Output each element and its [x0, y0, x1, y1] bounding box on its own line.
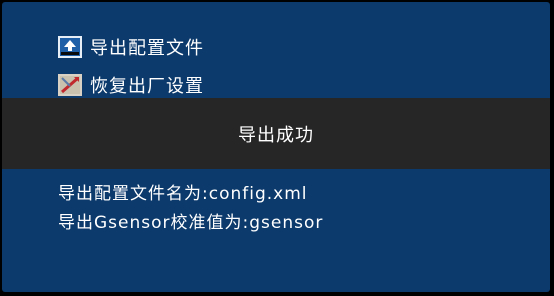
toast-message: 导出成功: [238, 124, 314, 146]
export-icon: [58, 36, 82, 58]
gsensor-calibration-text: 导出Gsensor校准值为:gsensor: [58, 213, 324, 233]
menu-item-label: 导出配置文件: [90, 38, 204, 59]
menu-item-factory-reset[interactable]: 恢复出厂设置: [58, 72, 204, 98]
export-filename-text: 导出配置文件名为:config.xml: [58, 184, 308, 204]
menu-item-export-config[interactable]: 导出配置文件: [58, 34, 204, 60]
success-toast: 导出成功: [2, 98, 550, 169]
menu-item-label: 恢复出厂设置: [90, 76, 204, 97]
factory-reset-icon: [58, 74, 82, 96]
device-screen: 导出配置文件 恢复出厂设置 导出成功 导出配置文件名为:config.xml 导…: [0, 0, 554, 296]
settings-panel: 导出配置文件 恢复出厂设置 导出成功 导出配置文件名为:config.xml 导…: [2, 2, 550, 292]
